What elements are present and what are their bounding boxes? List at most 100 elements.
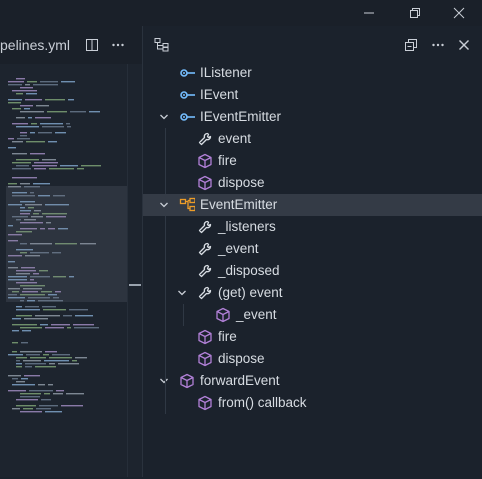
minimap-code-line bbox=[16, 399, 38, 401]
outline-item-disposed[interactable]: _disposed bbox=[143, 260, 482, 282]
minimap-code-line bbox=[16, 363, 22, 365]
minimap-code-line bbox=[75, 315, 93, 317]
outline-item-from-callback[interactable]: from() callback bbox=[143, 392, 482, 414]
property-icon bbox=[197, 128, 213, 150]
minimap-code-line bbox=[8, 84, 22, 86]
minimap-code-line bbox=[12, 108, 21, 110]
minimap-code-line bbox=[12, 162, 31, 164]
method-icon bbox=[197, 172, 213, 194]
restore-icon[interactable] bbox=[392, 0, 438, 26]
minimap-code-line bbox=[51, 324, 70, 326]
minimap-code-line bbox=[75, 357, 87, 359]
vertical-scrollbar[interactable] bbox=[127, 64, 142, 477]
minimap-code-line bbox=[20, 87, 33, 89]
minimap[interactable] bbox=[0, 74, 128, 474]
outline-item-dispose[interactable]: dispose bbox=[143, 348, 482, 370]
minimap-code-line bbox=[25, 366, 32, 368]
outline-item-ieventemitter[interactable]: IEventEmitter bbox=[143, 106, 482, 128]
minimap-code-line bbox=[42, 159, 56, 161]
minimap-code-line bbox=[45, 99, 65, 101]
outline-item-ievent[interactable]: IEvent bbox=[143, 84, 482, 106]
more-actions-icon[interactable] bbox=[427, 34, 449, 56]
chevron-down-icon[interactable] bbox=[157, 370, 171, 392]
minimap-code-line bbox=[20, 135, 27, 137]
minimap-code-line bbox=[56, 390, 64, 392]
chevron-down-icon[interactable] bbox=[157, 106, 171, 128]
indent-guide bbox=[165, 392, 166, 414]
outline-item-fire[interactable]: fire bbox=[143, 326, 482, 348]
minimap-code-line bbox=[26, 354, 40, 356]
interface-icon bbox=[179, 84, 195, 106]
minimap-code-line bbox=[12, 123, 28, 125]
interface-icon bbox=[179, 62, 195, 84]
outline-item-event[interactable]: _event bbox=[143, 238, 482, 260]
minimap-slider[interactable] bbox=[6, 186, 128, 302]
minimap-code-line bbox=[20, 183, 30, 185]
minimap-code-line bbox=[8, 354, 23, 356]
minimap-code-line bbox=[45, 327, 64, 329]
minimap-code-line bbox=[25, 99, 42, 101]
minimap-code-line bbox=[24, 108, 30, 110]
outline-item-label: fire bbox=[218, 153, 237, 168]
minimap-code-line bbox=[44, 360, 69, 362]
outline-item-listeners[interactable]: _listeners bbox=[143, 216, 482, 238]
minimap-code-line bbox=[34, 162, 58, 164]
minimap-code-line bbox=[16, 93, 23, 95]
minimap-code-line bbox=[12, 342, 18, 344]
minimap-code-line bbox=[33, 84, 58, 86]
minimap-code-line bbox=[32, 165, 57, 167]
minimap-code-line bbox=[20, 393, 41, 395]
outline-item-label: IEvent bbox=[200, 87, 239, 102]
minimap-code-line bbox=[45, 411, 62, 413]
outline-item-label: dispose bbox=[218, 351, 265, 366]
outline-item-ilistener[interactable]: IListener bbox=[143, 62, 482, 84]
outline-item-label: EventEmitter bbox=[200, 197, 278, 212]
minimap-code-line bbox=[42, 306, 56, 308]
outline-item-label: _event bbox=[218, 241, 259, 256]
editor-tab-label[interactable]: pelines.yml bbox=[0, 37, 70, 53]
outline-panel: IListener IEvent IEventEmitter event fire dis… bbox=[142, 26, 482, 477]
more-actions-icon[interactable] bbox=[107, 34, 129, 56]
minimap-code-line bbox=[48, 384, 53, 386]
outline-item-label: fire bbox=[218, 329, 237, 344]
outline-item-eventemitter[interactable]: EventEmitter bbox=[143, 194, 482, 216]
minimize-icon[interactable] bbox=[346, 0, 392, 26]
outline-item-fire[interactable]: fire bbox=[143, 150, 482, 172]
outline-item-event[interactable]: event bbox=[143, 128, 482, 150]
outline-item-label: _event bbox=[236, 307, 277, 322]
minimap-code-line bbox=[58, 363, 79, 365]
minimap-code-line bbox=[41, 399, 51, 401]
method-icon bbox=[197, 348, 213, 370]
minimap-code-line bbox=[72, 360, 77, 362]
minimap-code-line bbox=[12, 168, 31, 170]
minimap-code-line bbox=[16, 381, 25, 383]
minimap-code-line bbox=[20, 132, 27, 134]
outline-item-get-event[interactable]: (get) event bbox=[143, 282, 482, 304]
minimap-code-line bbox=[40, 81, 58, 83]
outline-panel-header bbox=[143, 26, 482, 64]
minimap-code-line bbox=[35, 315, 60, 317]
outline-item-label: from() callback bbox=[218, 395, 307, 410]
minimap-code-line bbox=[12, 318, 21, 320]
outline-item-label: IListener bbox=[200, 65, 252, 80]
outline-item-forwardevent[interactable]: forwardEvent bbox=[143, 370, 482, 392]
method-icon bbox=[197, 392, 213, 414]
close-panel-icon[interactable] bbox=[453, 34, 475, 56]
chevron-down-icon[interactable] bbox=[157, 194, 171, 216]
minimap-code-line bbox=[38, 132, 52, 134]
minimap-code-line bbox=[12, 351, 17, 353]
minimap-code-line bbox=[35, 366, 56, 368]
outline-tree-icon[interactable] bbox=[151, 34, 173, 56]
minimap-code-line bbox=[70, 111, 86, 113]
outline-item-event[interactable]: _event bbox=[143, 304, 482, 326]
minimap-code-line bbox=[66, 393, 84, 395]
minimap-code-line bbox=[25, 306, 39, 308]
outline-item-dispose[interactable]: dispose bbox=[143, 172, 482, 194]
minimap-code-line bbox=[20, 396, 40, 398]
minimap-code-line bbox=[68, 99, 74, 101]
split-editor-icon[interactable] bbox=[81, 34, 103, 56]
close-icon[interactable] bbox=[436, 0, 482, 26]
collapse-all-icon[interactable] bbox=[400, 34, 422, 56]
chevron-down-icon[interactable] bbox=[175, 282, 189, 304]
minimap-code-line bbox=[42, 126, 64, 128]
